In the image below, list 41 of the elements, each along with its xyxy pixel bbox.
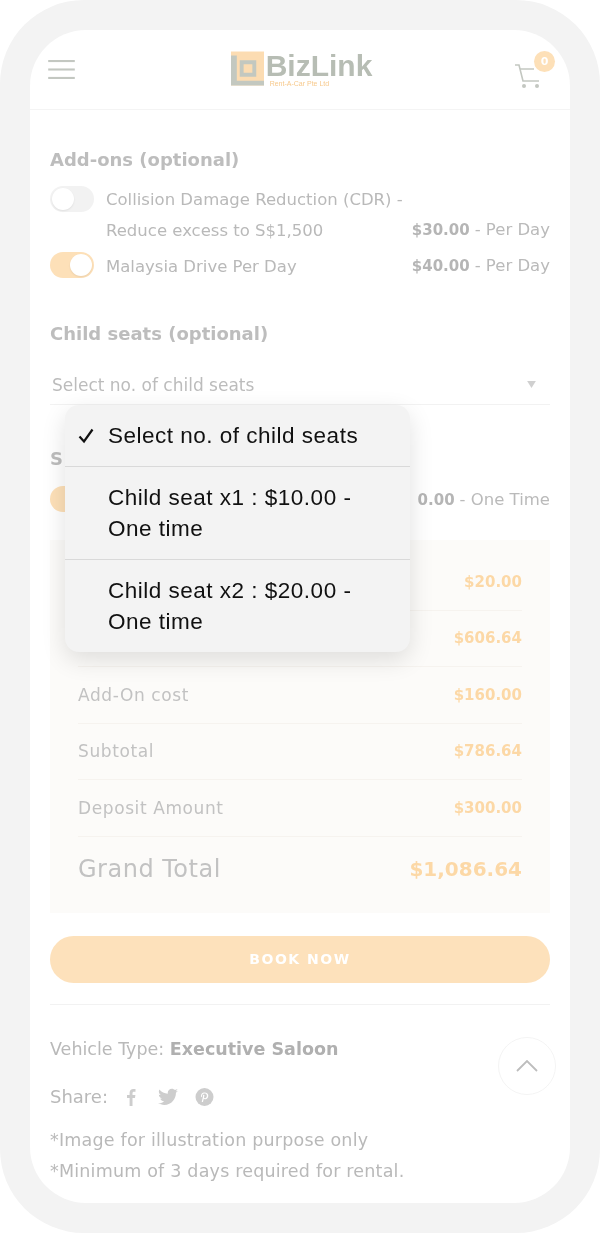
dropdown-option[interactable]: Select no. of child seats (65, 405, 410, 466)
price-unit: - Per Day (474, 256, 550, 275)
toggle-switch[interactable] (50, 186, 94, 212)
check-icon (78, 427, 94, 444)
logo-icon (230, 51, 264, 86)
summary-label: Deposit Amount (78, 797, 224, 818)
facebook-icon[interactable] (126, 1087, 136, 1106)
addon-price: $40.00 (411, 257, 470, 275)
summary-value: $160.00 (453, 685, 522, 704)
logo-name: BizLink (265, 51, 373, 80)
addon-name: Malaysia Drive Per Day (106, 256, 298, 278)
price-unit: - Per Day (474, 220, 550, 239)
footnote: *Image for illustration purpose only (50, 1128, 369, 1152)
dropdown-option[interactable]: Child seat x1 : $10.00 - One time (65, 466, 410, 559)
caret-icon (527, 381, 536, 388)
summary-value: $20.00 (464, 572, 522, 591)
pinterest-icon[interactable] (195, 1087, 214, 1106)
footnote: *Minimum of 3 days required for rental. (50, 1159, 405, 1183)
summary-value: $606.64 (453, 629, 522, 648)
service-price: 0.00 (417, 490, 455, 509)
summary-label: Grand Total (78, 854, 221, 883)
share-label: Share: (50, 1086, 108, 1107)
toggle-switch[interactable] (50, 252, 94, 278)
dropdown-option[interactable]: Child seat x2 : $20.00 - One time (65, 559, 410, 652)
summary-value: $1,086.64 (409, 856, 522, 881)
vehicle-type: Vehicle Type: Executive Saloon (50, 1037, 339, 1061)
addon-name: Collision Damage Reduction (CDR) - Reduce excess to S$1,500 (106, 189, 404, 242)
section-title: Child seats (optional) (50, 322, 270, 346)
summary-label: Subtotal (78, 741, 155, 762)
summary-value: $786.64 (453, 742, 522, 761)
cart-count-badge: 0 (534, 50, 555, 72)
bird-icon[interactable] (158, 1087, 178, 1106)
addon-price: $30.00 (411, 221, 470, 239)
toggle-switch[interactable] (50, 486, 65, 512)
summary-value: $300.00 (453, 798, 522, 817)
section-title: S (50, 447, 63, 471)
price-unit: - One Time (459, 489, 550, 509)
summary-label: Add-On cost (78, 684, 189, 705)
section-title: Add-ons (optional) (50, 148, 241, 172)
menu-icon[interactable] (48, 60, 75, 79)
chevron-up-icon (516, 1060, 538, 1072)
